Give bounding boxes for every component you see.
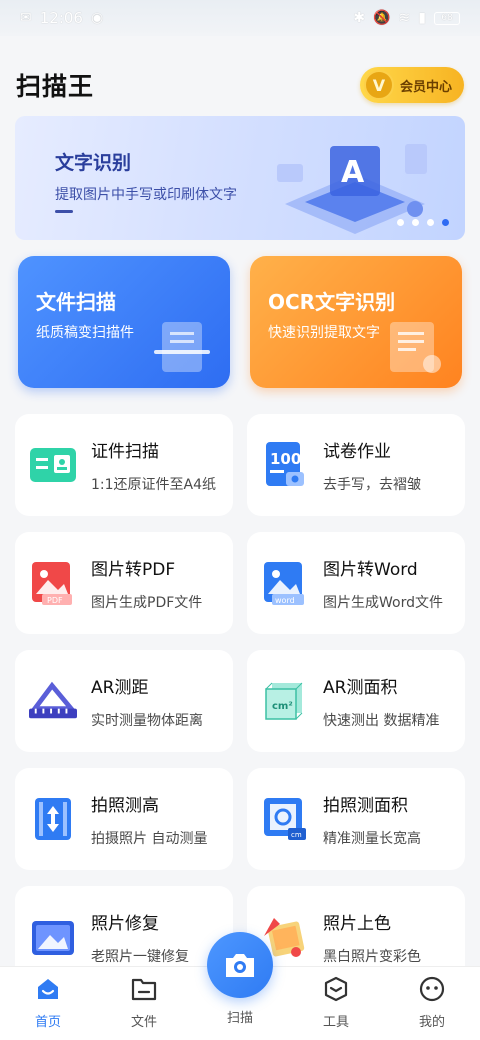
card-subtitle: 纸质稿变扫描件 (36, 325, 134, 341)
svg-text:A: A (341, 155, 365, 190)
tools-box-icon (322, 975, 350, 1003)
card-title: OCR文字识别 (268, 290, 396, 314)
tool-title: 拍照测高 (91, 795, 159, 816)
tool-subtitle: 1:1还原证件至A4纸 (91, 476, 217, 493)
tool-subtitle: 黑白照片变彩色 (323, 948, 421, 965)
mute-icon: 🔕 (373, 10, 391, 26)
tool-title: AR测距 (91, 677, 149, 698)
tool-subtitle: 快速测出 数据精准 (323, 712, 440, 729)
photo-restore-icon (29, 913, 77, 961)
ruler-icon (29, 677, 77, 725)
tool-ar-area[interactable]: cm² AR测面积 快速测出 数据精准 (247, 650, 465, 752)
tool-title: 试卷作业 (323, 441, 391, 462)
pagination-dot-active[interactable] (442, 219, 449, 226)
svg-text:100: 100 (270, 450, 301, 468)
promo-banner[interactable]: 文字识别 提取图片中手写或印刷体文字 A (15, 116, 465, 240)
tab-mine[interactable]: 我的 (397, 975, 467, 1030)
banner-title: 文字识别 (55, 152, 132, 174)
tool-title: 证件扫描 (91, 441, 159, 462)
tool-photo-height[interactable]: 拍照测高 拍摄照片 自动测量 (15, 768, 233, 870)
vip-center-label: 会员中心 (400, 79, 453, 95)
scanner-icon (154, 322, 210, 372)
tool-exam-paper[interactable]: 100 试卷作业 去手写，去褶皱 (247, 414, 465, 516)
tab-home-label: 首页 (34, 1015, 61, 1030)
tool-id-scan[interactable]: 证件扫描 1:1还原证件至A4纸 (15, 414, 233, 516)
height-measure-icon (29, 795, 77, 843)
svg-text:word: word (275, 596, 295, 605)
tool-subtitle: 去手写，去褶皱 (323, 476, 421, 493)
card-title: 文件扫描 (36, 290, 116, 314)
vip-crown-icon: V (364, 70, 394, 100)
tool-subtitle: 精准测量长宽高 (323, 830, 421, 847)
header: 扫描王 V 会员中心 (16, 60, 464, 110)
vip-center-button[interactable]: V 会员中心 (360, 67, 464, 103)
tab-files-label: 文件 (130, 1015, 157, 1030)
tool-title: 照片修复 (91, 913, 159, 934)
scan-camera-button[interactable] (207, 932, 273, 998)
status-bar: ✉ 12:06 ◉ ✱ 🔕 ≋ ▮ 68 (0, 0, 480, 36)
tool-image-to-word[interactable]: word 图片转Word 图片生成Word文件 (247, 532, 465, 634)
tool-title: 图片转Word (323, 559, 418, 580)
app-notification-icon: ◉ (90, 10, 104, 26)
pagination-dot[interactable] (397, 219, 404, 226)
image-word-icon: word (261, 559, 309, 607)
tool-subtitle: 拍摄照片 自动测量 (91, 830, 208, 847)
tool-image-to-pdf[interactable]: PDF 图片转PDF 图片生成PDF文件 (15, 532, 233, 634)
tool-title: 照片上色 (323, 913, 391, 934)
document-scan-card[interactable]: 文件扫描 纸质稿变扫描件 (18, 256, 230, 388)
svg-text:PDF: PDF (47, 596, 63, 605)
status-right: ✱ 🔕 ≋ ▮ 68 (353, 10, 460, 26)
banner-subtitle: 提取图片中手写或印刷体文字 (55, 187, 237, 203)
tab-tools[interactable]: 工具 (301, 975, 371, 1030)
pagination-dot[interactable] (412, 219, 419, 226)
banner-pagination (397, 219, 449, 226)
bluetooth-icon: ✱ (353, 10, 366, 26)
photo-area-icon: cm (261, 795, 309, 843)
tool-title: 拍照测面积 (323, 795, 408, 816)
id-card-icon (29, 441, 77, 489)
wifi-icon: ≋ (398, 10, 411, 26)
exam-paper-icon: 100 (261, 441, 309, 489)
tab-tools-label: 工具 (322, 1015, 349, 1030)
cube-area-icon: cm² (261, 677, 309, 725)
tool-ar-distance[interactable]: AR测距 实时测量物体距离 (15, 650, 233, 752)
tool-subtitle: 老照片一键修复 (91, 948, 189, 965)
banner-underline (55, 210, 73, 213)
tab-scan-label: 扫描 (226, 1011, 253, 1026)
pagination-dot[interactable] (427, 219, 434, 226)
tool-title: AR测面积 (323, 677, 398, 698)
tool-photo-area[interactable]: cm 拍照测面积 精准测量长宽高 (247, 768, 465, 870)
tools-grid: 证件扫描 1:1还原证件至A4纸 100 试卷作业 去手写，去褶皱 PDF 图片… (15, 414, 465, 988)
tab-scan[interactable]: 扫描 (205, 1007, 275, 1030)
ocr-illustration-icon: A (277, 144, 427, 234)
image-pdf-icon: PDF (29, 559, 77, 607)
tool-title: 图片转PDF (91, 559, 176, 580)
tab-mine-label: 我的 (418, 1015, 445, 1030)
ocr-card[interactable]: OCR文字识别 快速识别提取文字 (250, 256, 462, 388)
camera-icon (226, 954, 254, 977)
signal-icon: ▮ (418, 10, 426, 26)
tool-subtitle: 图片生成PDF文件 (91, 594, 203, 611)
status-time: 12:06 (39, 9, 83, 27)
battery-icon: 68 (434, 11, 460, 25)
card-subtitle: 快速识别提取文字 (268, 325, 380, 341)
notification-icon: ✉ (20, 10, 32, 26)
tab-files[interactable]: 文件 (109, 975, 179, 1030)
profile-face-icon (418, 975, 446, 1003)
tool-subtitle: 实时测量物体距离 (91, 712, 203, 729)
status-left: ✉ 12:06 ◉ (20, 9, 103, 27)
svg-text:cm²: cm² (272, 701, 293, 712)
text-document-icon (390, 322, 441, 373)
tab-home[interactable]: 首页 (13, 975, 83, 1030)
folder-icon (130, 975, 158, 1003)
app-title: 扫描王 (16, 72, 95, 101)
svg-text:cm: cm (291, 831, 302, 839)
tool-subtitle: 图片生成Word文件 (323, 594, 443, 611)
home-icon (34, 975, 62, 1003)
